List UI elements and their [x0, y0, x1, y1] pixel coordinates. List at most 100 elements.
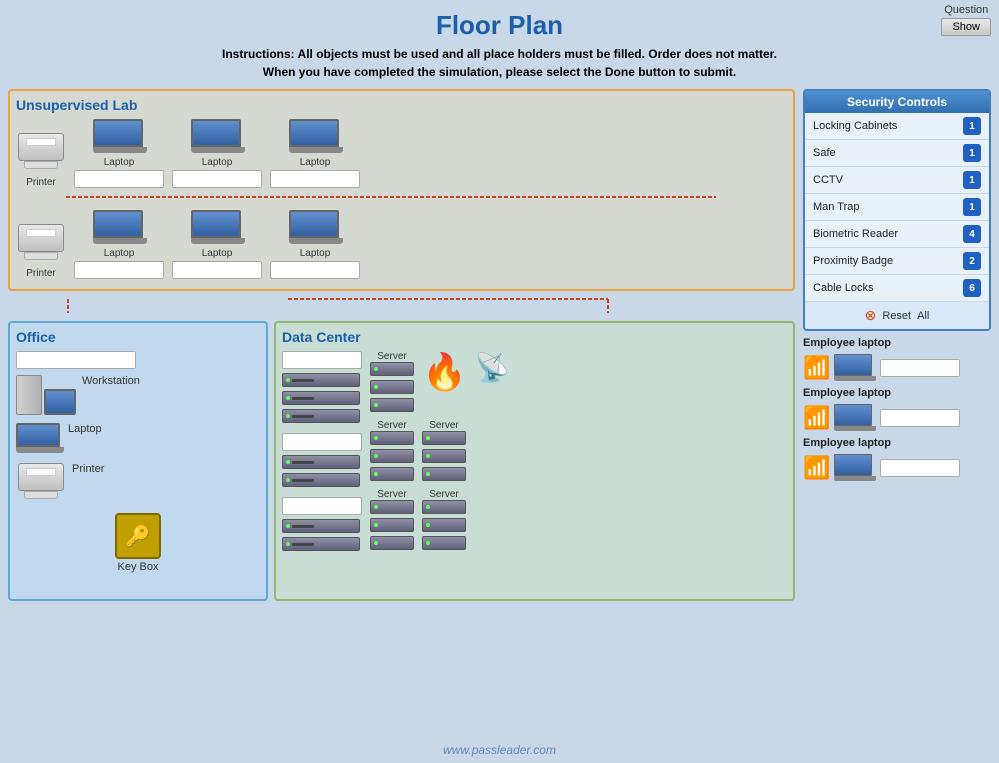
lab-laptop-5-label: Laptop — [202, 248, 233, 259]
biometric-label: Biometric Reader — [813, 228, 898, 240]
lab-laptop-3: Laptop — [270, 119, 360, 188]
employee-laptop-1-section: Employee laptop 📶 — [803, 337, 991, 381]
security-item-safe[interactable]: Safe 1 — [805, 140, 989, 167]
security-controls-header: Security Controls — [805, 91, 989, 113]
security-item-cable-locks[interactable]: Cable Locks 6 — [805, 275, 989, 302]
show-button[interactable]: Show — [941, 18, 991, 36]
dc-server-unit-1 — [282, 373, 362, 425]
lab-row1-connections — [16, 192, 736, 202]
lab-laptop-5: Laptop — [172, 210, 262, 279]
proximity-badge-label: Proximity Badge — [813, 255, 893, 267]
dc-server-row1: Server 🔥 — [370, 351, 510, 414]
lab-laptop-6: Laptop — [270, 210, 360, 279]
dc-server-bot-left: Server — [370, 489, 414, 552]
office-printer-icon — [16, 463, 66, 505]
dc-server-input-2[interactable] — [282, 433, 362, 451]
lab-laptop-5-input[interactable] — [172, 261, 262, 279]
bottom-row: Office Workstation — [8, 321, 795, 601]
lab-laptop-1: Laptop — [74, 119, 164, 188]
lab-laptop-2-label: Laptop — [202, 157, 233, 168]
wifi-icon-3: 📶 — [803, 455, 830, 481]
security-controls: Security Controls Locking Cabinets 1 Saf… — [803, 89, 991, 331]
lab-laptop-3-input[interactable] — [270, 170, 360, 188]
laptop-icon-3 — [289, 119, 341, 155]
office-printer-label: Printer — [72, 463, 104, 475]
cctv-badge: 1 — [963, 171, 981, 189]
lab-laptop-6-input[interactable] — [270, 261, 360, 279]
office-laptop-icon — [16, 423, 62, 455]
lab-laptop-4-label: Laptop — [104, 248, 135, 259]
dc-server-mid-right: Server — [422, 420, 466, 483]
office-laptop: Laptop — [16, 423, 260, 455]
right-panel: Security Controls Locking Cabinets 1 Saf… — [803, 89, 991, 601]
dc-servers-left — [282, 351, 362, 553]
workstation-label: Workstation — [82, 375, 140, 387]
wifi-icon-1: 📶 — [803, 355, 830, 381]
employee-laptop-2-area: 📶 — [803, 404, 991, 431]
lab-laptop-4-input[interactable] — [74, 261, 164, 279]
employee-laptop-2-icon — [834, 404, 876, 431]
datacenter-label: Data Center — [282, 329, 787, 345]
employee-laptop-2-input[interactable] — [880, 409, 960, 427]
biometric-badge: 4 — [963, 225, 981, 243]
all-label[interactable]: All — [917, 310, 929, 322]
lab-laptop-4: Laptop — [74, 210, 164, 279]
unsupervised-lab: Unsupervised Lab Printer — [8, 89, 795, 291]
firewall-icon: 🔥 — [422, 351, 467, 393]
security-item-man-trap[interactable]: Man Trap 1 — [805, 194, 989, 221]
laptop-icon-4 — [93, 210, 145, 246]
lab-row-2: Printer Laptop La — [16, 210, 787, 279]
employee-laptop-2-section: Employee laptop 📶 — [803, 387, 991, 431]
employee-laptop-1-label: Employee laptop — [803, 337, 991, 349]
lab-laptop-2: Laptop — [172, 119, 262, 188]
office-workstation: Workstation — [16, 375, 260, 415]
laptop-icon-5 — [191, 210, 243, 246]
safe-badge: 1 — [963, 144, 981, 162]
office-input-top[interactable] — [16, 351, 136, 369]
keybox-icon: 🔑 — [115, 513, 161, 559]
watermark: www.passleader.com — [443, 743, 556, 757]
reset-label[interactable]: Reset — [882, 310, 911, 322]
lab-laptop-1-label: Laptop — [104, 157, 135, 168]
printer-icon-2 — [16, 224, 66, 266]
employee-laptop-1-input[interactable] — [880, 359, 960, 377]
datacenter-area: Data Center — [274, 321, 795, 601]
man-trap-label: Man Trap — [813, 201, 859, 213]
dc-server-input-3[interactable] — [282, 497, 362, 515]
printer-icon-1 — [16, 133, 66, 175]
dc-server-top-left: Server — [370, 351, 414, 414]
lab-printer-1: Printer — [16, 133, 66, 188]
dc-server-input-1[interactable] — [282, 351, 362, 369]
security-item-locking-cabinets[interactable]: Locking Cabinets 1 — [805, 113, 989, 140]
laptop-icon-6 — [289, 210, 341, 246]
question-label: Question — [944, 4, 988, 16]
datacenter-content: Server 🔥 — [282, 351, 787, 553]
security-item-biometric[interactable]: Biometric Reader 4 — [805, 221, 989, 248]
instructions: Instructions: All objects must be used a… — [0, 45, 999, 81]
workstation-icon — [16, 375, 76, 415]
lab-laptop-2-input[interactable] — [172, 170, 262, 188]
laptop-icon-2 — [191, 119, 243, 155]
lab-laptop-1-input[interactable] — [74, 170, 164, 188]
keybox-label: Key Box — [118, 561, 159, 573]
lab-to-bottom-connections — [8, 297, 768, 315]
employee-laptop-3-section: Employee laptop 📶 — [803, 437, 991, 481]
employee-laptop-1-area: 📶 — [803, 354, 991, 381]
dc-server-mid-left: Server — [370, 420, 414, 483]
employee-laptop-3-input[interactable] — [880, 459, 960, 477]
proximity-badge-badge: 2 — [963, 252, 981, 270]
question-area: Question Show — [941, 4, 991, 36]
cctv-label: CCTV — [813, 174, 843, 186]
office-laptop-label: Laptop — [68, 423, 102, 435]
security-item-cctv[interactable]: CCTV 1 — [805, 167, 989, 194]
office-printer: Printer — [16, 463, 260, 505]
security-item-proximity-badge[interactable]: Proximity Badge 2 — [805, 248, 989, 275]
dc-server-unit-3 — [282, 519, 362, 553]
lab-printer-1-label: Printer — [26, 177, 55, 188]
dc-server-unit-2 — [282, 455, 362, 489]
man-trap-badge: 1 — [963, 198, 981, 216]
page-title: Floor Plan — [0, 0, 999, 45]
lab-laptop-3-label: Laptop — [300, 157, 331, 168]
reset-icon: ⊗ — [865, 307, 877, 324]
lab-printer-2: Printer — [16, 224, 66, 279]
